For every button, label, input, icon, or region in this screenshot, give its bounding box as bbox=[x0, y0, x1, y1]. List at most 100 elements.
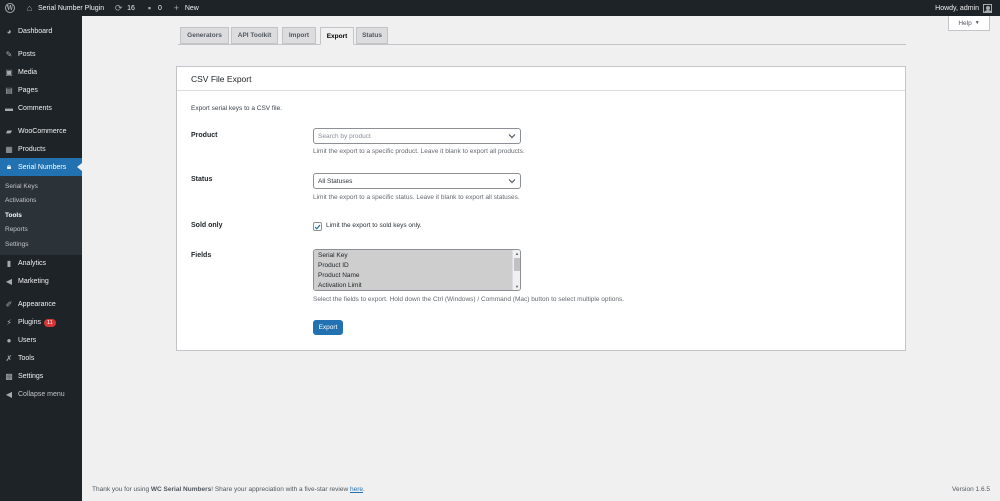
plug-icon: ⚡︎ bbox=[6, 318, 12, 327]
fields-option[interactable]: Product ID bbox=[314, 260, 513, 270]
csv-export-panel: CSV File Export Export serial keys to a … bbox=[176, 66, 906, 351]
product-icon: ▦ bbox=[5, 144, 13, 154]
site-name-menu[interactable]: ⌂ Serial Number Plugin bbox=[20, 0, 109, 16]
updates-count: 16 bbox=[127, 4, 135, 12]
product-placeholder: Search by product bbox=[318, 132, 371, 140]
footer-text: ! Share your appreciation with a five-st… bbox=[211, 486, 350, 493]
sidebar-item-media[interactable]: ▣ Media bbox=[0, 63, 82, 81]
status-value: All Statuses bbox=[318, 177, 353, 185]
fields-option[interactable]: Product Name bbox=[314, 270, 513, 280]
comment-icon: ▪ bbox=[147, 2, 152, 13]
scrollbar-thumb[interactable] bbox=[514, 258, 520, 271]
sidebar-item-posts[interactable]: ✎ Posts bbox=[0, 45, 82, 63]
comments-count: 0 bbox=[157, 4, 162, 12]
media-icon: ▣ bbox=[5, 67, 13, 77]
status-label: Status bbox=[191, 176, 213, 183]
footer-version: Version 1.6.5 bbox=[952, 486, 990, 493]
product-label: Product bbox=[191, 132, 218, 139]
wp-logo-menu[interactable]: W bbox=[0, 0, 20, 16]
sidebar-item-label: Appearance bbox=[18, 301, 56, 308]
tab-api-toolkit[interactable]: API Toolkit bbox=[231, 27, 278, 44]
dashboard-icon: ◕ bbox=[6, 26, 12, 36]
my-account-menu[interactable]: Howdy, admin bbox=[930, 0, 1000, 16]
footer-plugin-name: WC Serial Numbers bbox=[150, 486, 212, 493]
sidebar-item-label: Posts bbox=[18, 50, 36, 58]
collapse-menu-button[interactable]: ◀ Collapse menu bbox=[0, 386, 82, 404]
sidebar-item-label: Media bbox=[18, 68, 38, 76]
woo-icon: ▰ bbox=[5, 126, 13, 136]
help-tab-button[interactable]: Help ▼ bbox=[948, 16, 990, 31]
sidebar-item-label: Pages bbox=[18, 86, 38, 94]
submenu-item-activations[interactable]: Activations bbox=[0, 194, 82, 209]
product-select[interactable]: Search by product bbox=[313, 128, 521, 144]
updates-icon: ⟳ bbox=[114, 2, 123, 13]
sidebar-item-appearance[interactable]: ✐ Appearance bbox=[0, 296, 82, 314]
scroll-down-icon[interactable]: ▼ bbox=[513, 283, 520, 290]
tab-status[interactable]: Status bbox=[356, 27, 388, 44]
admin-bar: W ⌂ Serial Number Plugin ⟳ 16 ▪ 0 + New … bbox=[0, 0, 1000, 16]
submenu-item-settings[interactable]: Settings bbox=[0, 237, 82, 252]
product-help: Limit the export to a specific product. … bbox=[313, 148, 525, 155]
sidebar-item-label: Tools bbox=[18, 355, 35, 362]
sidebar-item-pages[interactable]: ▤ Pages bbox=[0, 81, 82, 99]
submenu-item-reports[interactable]: Reports bbox=[0, 223, 82, 238]
sidebar-item-plugins[interactable]: ⚡︎ Plugins 11 bbox=[0, 314, 82, 332]
plus-icon: + bbox=[173, 2, 179, 13]
sidebar-item-label: Users bbox=[18, 337, 37, 344]
lock-icon: 🔒︎ bbox=[6, 162, 12, 171]
updates-menu[interactable]: ⟳ 16 bbox=[109, 0, 140, 16]
submenu-item-serial-keys[interactable]: Serial Keys bbox=[0, 179, 82, 194]
sidebar-item-label: Serial Numbers bbox=[18, 163, 67, 171]
new-content-menu[interactable]: + New bbox=[167, 0, 204, 16]
sidebar-item-tools[interactable]: ✗ Tools bbox=[0, 350, 82, 368]
sidebar-item-label: Products bbox=[18, 145, 46, 153]
chevron-down-icon bbox=[508, 134, 516, 139]
sidebar-item-products[interactable]: ▦ Products bbox=[0, 140, 82, 158]
help-label: Help bbox=[958, 19, 972, 27]
sidebar-item-label: Settings bbox=[18, 373, 44, 380]
review-link[interactable]: here bbox=[350, 486, 363, 493]
panel-title: CSV File Export bbox=[177, 67, 905, 91]
fields-multiselect[interactable]: Serial Key Product ID Product Name Activ… bbox=[313, 249, 521, 291]
comment-icon: ▬ bbox=[5, 103, 13, 113]
sidebar-item-label: Marketing bbox=[18, 278, 49, 285]
fields-help: Select the fields to export. Hold down t… bbox=[313, 296, 625, 303]
fields-option[interactable]: Serial Key bbox=[314, 250, 513, 260]
sidebar-item-users[interactable]: ● Users bbox=[0, 332, 82, 350]
sidebar-item-serial-numbers[interactable]: 🔒︎ Serial Numbers bbox=[0, 158, 82, 176]
scroll-up-icon[interactable]: ▲ bbox=[513, 250, 520, 257]
sidebar-item-label: Dashboard bbox=[18, 27, 53, 35]
tools-tabs: Generators API Toolkit Import Export Sta… bbox=[178, 27, 906, 45]
submenu-item-tools[interactable]: Tools bbox=[0, 208, 82, 223]
site-name: Serial Number Plugin bbox=[38, 4, 105, 12]
sidebar-item-dashboard[interactable]: ◕ Dashboard bbox=[0, 22, 82, 40]
status-select[interactable]: All Statuses bbox=[313, 173, 521, 189]
sidebar-item-analytics[interactable]: ▮ Analytics bbox=[0, 255, 82, 273]
sold-only-checkbox[interactable] bbox=[313, 222, 322, 231]
fields-label: Fields bbox=[191, 252, 212, 259]
sidebar-item-comments[interactable]: ▬ Comments bbox=[0, 99, 82, 117]
admin-sidebar: ◕ Dashboard ✎ Posts ▣ Media ▤ Pages ▬ Comment… bbox=[0, 16, 82, 501]
fields-scrollbar[interactable]: ▲ ▼ bbox=[512, 250, 520, 290]
footer-text: Thank you for using bbox=[92, 486, 151, 493]
fields-options: Serial Key Product ID Product Name Activ… bbox=[314, 250, 513, 290]
status-help: Limit the export to a specific status. L… bbox=[313, 194, 520, 201]
sold-only-label: Sold only bbox=[191, 222, 223, 229]
tab-generators[interactable]: Generators bbox=[180, 27, 229, 44]
sold-only-checkbox-label[interactable]: Limit the export to sold keys only. bbox=[326, 222, 422, 229]
settings-icon: ▩ bbox=[5, 372, 13, 381]
new-label: New bbox=[184, 4, 199, 12]
sidebar-item-label: WooCommerce bbox=[18, 127, 67, 135]
bar-chart-icon: ▮ bbox=[6, 259, 12, 268]
tab-export[interactable]: Export bbox=[320, 27, 354, 45]
sidebar-item-woocommerce[interactable]: ▰ WooCommerce bbox=[0, 122, 82, 140]
comments-menu[interactable]: ▪ 0 bbox=[140, 0, 167, 16]
sidebar-item-label: Plugins bbox=[18, 319, 41, 326]
sidebar-item-marketing[interactable]: ◀ Marketing bbox=[0, 273, 82, 291]
export-button[interactable]: Export bbox=[313, 320, 343, 335]
serial-numbers-submenu: Serial Keys Activations Tools Reports Se… bbox=[0, 176, 82, 255]
sidebar-item-settings[interactable]: ▩ Settings bbox=[0, 368, 82, 386]
tab-import[interactable]: Import bbox=[282, 27, 316, 44]
pin-icon: ✎ bbox=[5, 49, 13, 59]
fields-option[interactable]: Activation Limit bbox=[314, 280, 513, 290]
